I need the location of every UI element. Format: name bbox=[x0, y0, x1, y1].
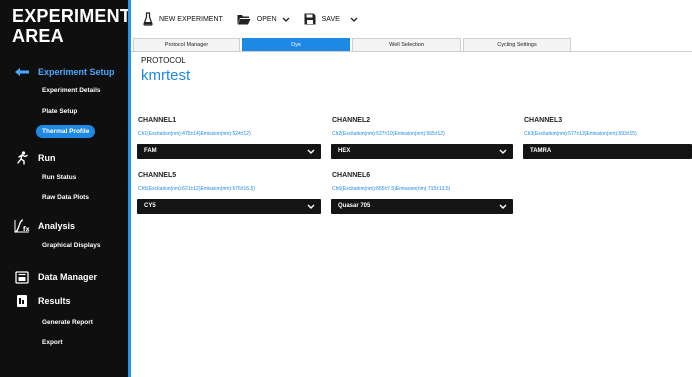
channel-5-dye-value: CY5 bbox=[144, 203, 156, 209]
tab-cycling-settings[interactable]: Cycling Settings bbox=[463, 38, 571, 52]
save-label: SAVE bbox=[321, 15, 340, 23]
chevron-down-icon bbox=[350, 17, 358, 22]
chevron-down-icon bbox=[307, 144, 315, 159]
channel-2-title: CHANNEL2 bbox=[332, 117, 371, 124]
channel-1-title: CHANNEL1 bbox=[138, 117, 177, 124]
tab-dye[interactable]: Dye bbox=[242, 38, 350, 52]
analysis-icon: fx bbox=[14, 219, 30, 233]
channel-3-dye-value: TAMRA bbox=[530, 148, 552, 154]
channel-5-title: CHANNEL5 bbox=[138, 172, 177, 179]
nav-analysis[interactable]: fx Analysis bbox=[14, 218, 75, 234]
nav-generate-report[interactable]: Generate Report bbox=[42, 317, 93, 329]
nav-plate-setup[interactable]: Plate Setup bbox=[42, 106, 77, 118]
nav-data-manager[interactable]: Data Manager bbox=[14, 269, 97, 285]
channel-3-dye-select[interactable]: TAMRA bbox=[523, 144, 692, 159]
toolbar: NEW EXPERIMENT OPEN SAVE bbox=[131, 0, 692, 38]
channel-6-spec: Ch6(Excitation(nm):655±7.5)Emission(nm):… bbox=[332, 186, 451, 192]
nav-raw-data-plots[interactable]: Raw Data Plots bbox=[42, 192, 89, 204]
dye-panel: PROTOCOL kmrtest CHANNEL1 Ch1(Excitation… bbox=[131, 52, 692, 377]
nav-analysis-label: Analysis bbox=[38, 221, 76, 231]
nav-results[interactable]: Results bbox=[14, 293, 71, 309]
protocol-name: kmrtest bbox=[141, 67, 191, 84]
channel-1-spec: Ch1(Excitation(nm):475±14)Emission(nm):5… bbox=[138, 131, 251, 137]
save-icon bbox=[304, 13, 316, 25]
chevron-down-icon bbox=[499, 199, 507, 214]
tab-protocol-manager[interactable]: Protocol Manager bbox=[133, 38, 240, 52]
open-label: OPEN bbox=[256, 15, 277, 23]
nav-run-status[interactable]: Run Status bbox=[42, 172, 76, 184]
protocol-label: PROTOCOL bbox=[141, 56, 186, 65]
new-experiment-button[interactable]: NEW EXPERIMENT bbox=[143, 12, 223, 26]
chevron-down-icon bbox=[499, 144, 507, 159]
channel-1-dye-value: FAM bbox=[144, 148, 157, 154]
folder-icon bbox=[237, 14, 251, 25]
nav-run-label: Run bbox=[38, 153, 56, 163]
app-title: EXPERIMENT AREA bbox=[12, 6, 132, 46]
results-icon bbox=[14, 294, 30, 308]
chevron-down-icon bbox=[307, 199, 315, 214]
nav-graphical-displays[interactable]: Graphical Displays bbox=[42, 240, 101, 252]
channel-3-spec: Ch3(Excitation(nm):577±13)Emission(nm):5… bbox=[524, 131, 637, 137]
new-experiment-label: NEW EXPERIMENT bbox=[159, 15, 223, 23]
channel-5-spec: Ch5(Excitation(nm):621±12)Emission(nm):6… bbox=[138, 186, 255, 192]
channel-2-spec: Ch2(Excitation(nm):527±10)Emission(nm):5… bbox=[332, 131, 445, 137]
channel-3-title: CHANNEL3 bbox=[524, 117, 563, 124]
channel-1-dye-select[interactable]: FAM bbox=[137, 144, 321, 159]
nav-data-manager-label: Data Manager bbox=[38, 272, 98, 282]
save-button[interactable]: SAVE bbox=[304, 13, 358, 25]
channel-6-dye-value: Quasar 705 bbox=[338, 203, 371, 209]
channel-2-dye-select[interactable]: HEX bbox=[331, 144, 513, 159]
svg-text:fx: fx bbox=[23, 226, 30, 233]
nav-thermal-profile[interactable]: Thermal Profile bbox=[36, 125, 96, 138]
channel-2-dye-value: HEX bbox=[338, 148, 351, 154]
tab-well-selection[interactable]: Well Selection bbox=[352, 38, 461, 52]
chevron-down-icon bbox=[282, 17, 290, 22]
nav-experiment-details[interactable]: Experiment Details bbox=[42, 85, 101, 97]
nav-run[interactable]: Run bbox=[14, 150, 56, 166]
tab-bar: Protocol Manager Dye Well Selection Cycl… bbox=[131, 38, 692, 52]
flask-icon bbox=[143, 12, 153, 26]
sidebar: EXPERIMENT AREA Experiment Setup Experim… bbox=[0, 0, 132, 377]
open-button[interactable]: OPEN bbox=[237, 14, 290, 25]
channel-5-dye-select[interactable]: CY5 bbox=[137, 199, 321, 214]
channel-6-title: CHANNEL6 bbox=[332, 172, 371, 179]
data-manager-icon bbox=[14, 270, 30, 284]
nav-export[interactable]: Export bbox=[42, 337, 63, 349]
run-icon bbox=[14, 151, 30, 165]
nav-experiment-setup[interactable]: Experiment Setup bbox=[14, 64, 115, 80]
channel-6-dye-select[interactable]: Quasar 705 bbox=[331, 199, 513, 214]
nav-experiment-setup-label: Experiment Setup bbox=[38, 67, 115, 77]
nav-results-label: Results bbox=[38, 296, 71, 306]
setup-icon bbox=[14, 65, 30, 79]
